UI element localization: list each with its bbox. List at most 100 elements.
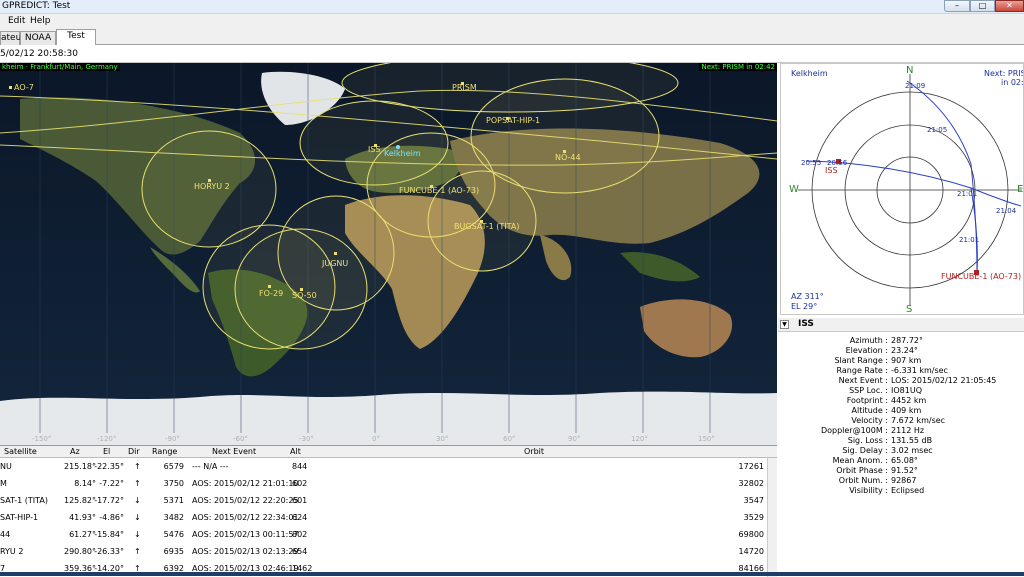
table-row[interactable]: M 8.14° -7.22° ↑ 3750 AOS: 2015/02/12 21:01:1… [0,475,767,492]
cell-orbit: 32802 [738,479,764,488]
cell-az: 215.18° [64,462,96,471]
cell-orbit: 3529 [743,513,764,522]
map-graphic [0,63,777,445]
table-row[interactable]: SAT-HIP-1 41.93° -4.86° ↓ 3482 AOS: 2015/02/1… [0,509,767,526]
col-satellite[interactable]: Satellite [4,447,37,456]
detail-row: Elevation :23.24° [778,346,1024,356]
cell-alt: 601 [292,496,308,505]
sat-label-bugsat[interactable]: BUGSAT-1 (TITA) [454,222,520,231]
cell-next-event: AOS: 2015/02/13 02:13:29 [192,547,299,556]
cell-dir: ↑ [134,479,141,488]
sat-label-ao7[interactable]: AO-7 [14,83,34,92]
taskbar [0,572,1024,576]
detail-key: Orbit Phase : [836,466,888,475]
col-el[interactable]: El [103,447,110,456]
table-row[interactable]: 44 61.27° -15.84° ↓ 5476 AOS: 2015/02/13 00:1… [0,526,767,543]
minimize-button[interactable]: – [944,0,970,12]
polar-time-label: 21:09 [905,82,926,90]
detail-key: Altitude : [851,406,889,415]
polar-west: W [789,184,799,195]
tab-ateur[interactable]: ateur [0,31,25,45]
cell-el: -26.33° [94,547,124,556]
detail-row: Velocity :7.672 km/sec [778,416,1024,426]
lon-tick: -90° [165,435,180,443]
col-dir[interactable]: Dir [128,447,140,456]
details-toggle-button[interactable]: ▼ [780,320,789,329]
cell-el: -17.72° [94,496,124,505]
title-bar: GPREDICT: Test – □ ✕ [0,0,1024,14]
col-range[interactable]: Range [152,447,177,456]
detail-value: 7.672 km/sec [891,416,946,425]
col-next-event[interactable]: Next Event [212,447,256,456]
tab-test[interactable]: Test [56,29,96,46]
detail-value: -6.331 km/sec [891,366,948,375]
polar-view[interactable]: Kelkheim Next: PRISM in 02:40 N S E W 21… [780,63,1024,315]
polar-time-label: 21:01 [959,236,980,244]
lon-tick: -120° [97,435,117,443]
detail-key: Sig. Delay : [842,446,888,455]
polar-time-label: 21:01 [957,190,978,198]
sat-label-funcube[interactable]: FUNCUBE-1 (AO-73) [399,186,479,195]
menu-help[interactable]: Help [30,16,51,26]
detail-row: Slant Range :907 km [778,356,1024,366]
lon-tick: 30° [436,435,449,443]
polar-time-label: 20:55 [801,159,822,167]
polar-el: EL 29° [791,302,818,311]
sat-label-horyu2[interactable]: HORYU 2 [194,182,230,191]
cell-orbit: 14720 [738,547,764,556]
detail-value: 4452 km [891,396,927,405]
lon-tick: 0° [372,435,380,443]
detail-row: Orbit Num. :92867 [778,476,1024,486]
polar-funcube-label[interactable]: FUNCUBE-1 (AO-73) [941,272,1021,281]
sat-label-iss[interactable]: ISS [368,145,381,154]
cell-el: -7.22° [99,479,124,488]
module-tabs: ateur NOAA Test [0,29,1024,46]
sat-label-so50[interactable]: SO-50 [292,291,317,300]
cell-next-event: AOS: 2015/02/12 22:34:01 [192,513,299,522]
sat-label-jugnu[interactable]: JUGNU [322,259,348,268]
cell-range: 6579 [163,462,184,471]
detail-row: Visibility : Eclipsed [778,486,1024,496]
qth-label: Kelkheim [384,149,421,158]
col-alt[interactable]: Alt [290,447,301,456]
world-map[interactable]: kheim · Frankfurt/Main, Germany Next: PR… [0,63,777,445]
tab-noaa[interactable]: NOAA [20,31,56,45]
table-scrollbar[interactable] [767,458,777,577]
cell-orbit: 69800 [738,530,764,539]
cell-range: 6935 [163,547,184,556]
cell-dir: ↓ [134,496,141,505]
lon-tick: -60° [233,435,248,443]
cell-next-event: --- N/A --- [192,462,229,471]
lon-tick: 60° [503,435,516,443]
col-az[interactable]: Az [70,447,80,456]
cell-az: 290.80° [64,547,96,556]
detail-key: Visibility : [849,486,888,495]
detail-key: Orbit Num. : [838,476,888,485]
detail-key: Footprint : [846,396,888,405]
satellite-table: Satellite Az El Dir Range Next Event Alt… [0,445,777,577]
sat-label-prism[interactable]: PRISM [452,83,477,92]
table-row[interactable]: NU 215.18° -22.35° ↑ 6579 --- N/A --- 844 17261 [0,458,767,475]
table-row[interactable]: RYU 2 290.80° -26.33° ↑ 6935 AOS: 2015/02/13 … [0,543,767,560]
polar-iss-label[interactable]: ISS [825,166,838,175]
cell-alt: 654 [292,547,308,556]
detail-row: Sig. Loss :131.55 dB [778,436,1024,446]
lon-tick: -30° [299,435,314,443]
col-orbit[interactable]: Orbit [524,447,544,456]
maximize-button[interactable]: □ [970,0,995,12]
detail-value: 2112 Hz [891,426,925,435]
close-button[interactable]: ✕ [995,0,1024,12]
sat-label-fo29[interactable]: FO-29 [259,289,283,298]
cell-el: -15.84° [94,530,124,539]
cell-range: 3482 [163,513,184,522]
module-header: 5/02/12 20:58:30 ▼ [0,45,1024,102]
cell-az: 41.93° [69,513,96,522]
map-next-event: Next: PRISM in 02:42 [699,63,777,71]
sat-label-no44[interactable]: NO-44 [555,153,581,162]
sat-label-popsat[interactable]: POPSAT-HIP-1 [486,116,540,125]
details-title: ISS [798,319,814,329]
satellite-details: Azimuth :287.72° Elevation :23.24° Slant R… [778,332,1024,576]
table-row[interactable]: SAT-1 (TITA) 125.82° -17.72° ↓ 5371 AOS: 2015… [0,492,767,509]
menu-edit[interactable]: Edit [8,16,25,26]
detail-row: Mean Anom. :65.08° [778,456,1024,466]
